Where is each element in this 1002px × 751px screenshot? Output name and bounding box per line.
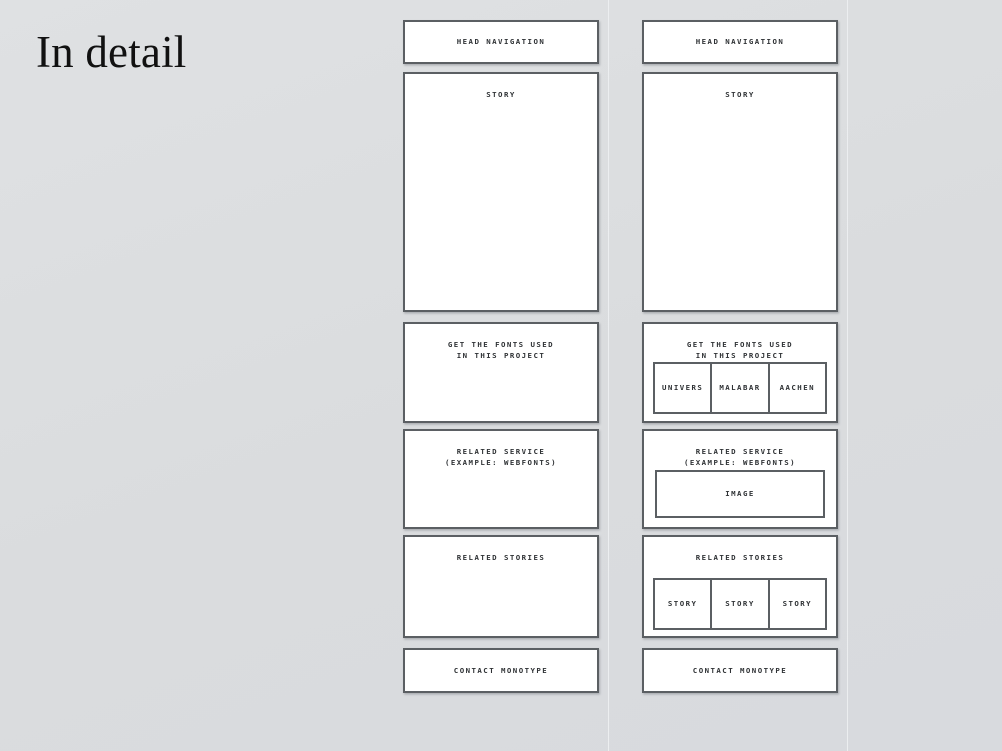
font-card[interactable]: AACHEN (770, 364, 825, 412)
section-label: HEAD NAVIGATION (695, 36, 785, 46)
section-label: RELATED SERVICE (EXAMPLE: WEBFONTS) (444, 447, 558, 467)
section-label: GET THE FONTS USED IN THIS PROJECT (447, 340, 555, 360)
slide-canvas: In detail HEAD NAVIGATION STORY GET THE … (0, 0, 1002, 751)
font-card-label: AACHEN (779, 382, 816, 392)
wireframe-section-fonts[interactable]: GET THE FONTS USED IN THIS PROJECT (403, 322, 599, 423)
wireframe-section-contact[interactable]: CONTACT MONOTYPE (642, 648, 838, 693)
column-divider-right (847, 0, 848, 751)
section-label: RELATED STORIES (695, 553, 785, 562)
story-card-label: STORY (667, 598, 698, 608)
wireframe-section-story[interactable]: STORY (642, 72, 838, 312)
section-label: GET THE FONTS USED IN THIS PROJECT (686, 340, 794, 360)
section-label: STORY (725, 90, 755, 99)
section-label: CONTACT MONOTYPE (692, 665, 788, 675)
section-label: CONTACT MONOTYPE (453, 665, 549, 675)
font-card-label: UNIVERS (662, 382, 704, 392)
wireframe-section-contact[interactable]: CONTACT MONOTYPE (403, 648, 599, 693)
story-card[interactable]: STORY (655, 580, 713, 628)
wireframe-column-simple: HEAD NAVIGATION STORY GET THE FONTS USED… (403, 0, 599, 751)
story-card-label: STORY (725, 598, 755, 608)
section-label: HEAD NAVIGATION (456, 36, 546, 46)
related-stories-row: STORY STORY STORY (653, 578, 827, 630)
wireframe-column-detailed: HEAD NAVIGATION STORY GET THE FONTS USED… (642, 0, 838, 751)
font-card[interactable]: MALABAR (712, 364, 770, 412)
font-card[interactable]: UNIVERS (655, 364, 713, 412)
wireframe-section-related-service[interactable]: RELATED SERVICE (EXAMPLE: WEBFONTS) (403, 429, 599, 529)
story-card[interactable]: STORY (712, 580, 770, 628)
section-label: RELATED SERVICE (EXAMPLE: WEBFONTS) (683, 447, 797, 467)
page-title: In detail (36, 27, 187, 77)
story-card-label: STORY (782, 598, 813, 608)
wireframe-section-related-stories[interactable]: RELATED STORIES STORY STORY STORY (642, 535, 838, 638)
column-divider-middle (608, 0, 609, 751)
font-card-label: MALABAR (719, 382, 761, 392)
wireframe-section-fonts[interactable]: GET THE FONTS USED IN THIS PROJECT UNIVE… (642, 322, 838, 423)
font-cards-row: UNIVERS MALABAR AACHEN (653, 362, 827, 414)
story-card[interactable]: STORY (770, 580, 825, 628)
wireframe-section-story[interactable]: STORY (403, 72, 599, 312)
section-label: RELATED STORIES (456, 553, 546, 562)
wireframe-section-related-stories[interactable]: RELATED STORIES (403, 535, 599, 638)
wireframe-section-related-service[interactable]: RELATED SERVICE (EXAMPLE: WEBFONTS) IMAG… (642, 429, 838, 529)
image-placeholder-label: IMAGE (725, 488, 755, 498)
section-label: STORY (486, 90, 516, 99)
wireframe-section-head-navigation[interactable]: HEAD NAVIGATION (403, 20, 599, 64)
wireframe-section-head-navigation[interactable]: HEAD NAVIGATION (642, 20, 838, 64)
image-placeholder[interactable]: IMAGE (655, 470, 825, 518)
